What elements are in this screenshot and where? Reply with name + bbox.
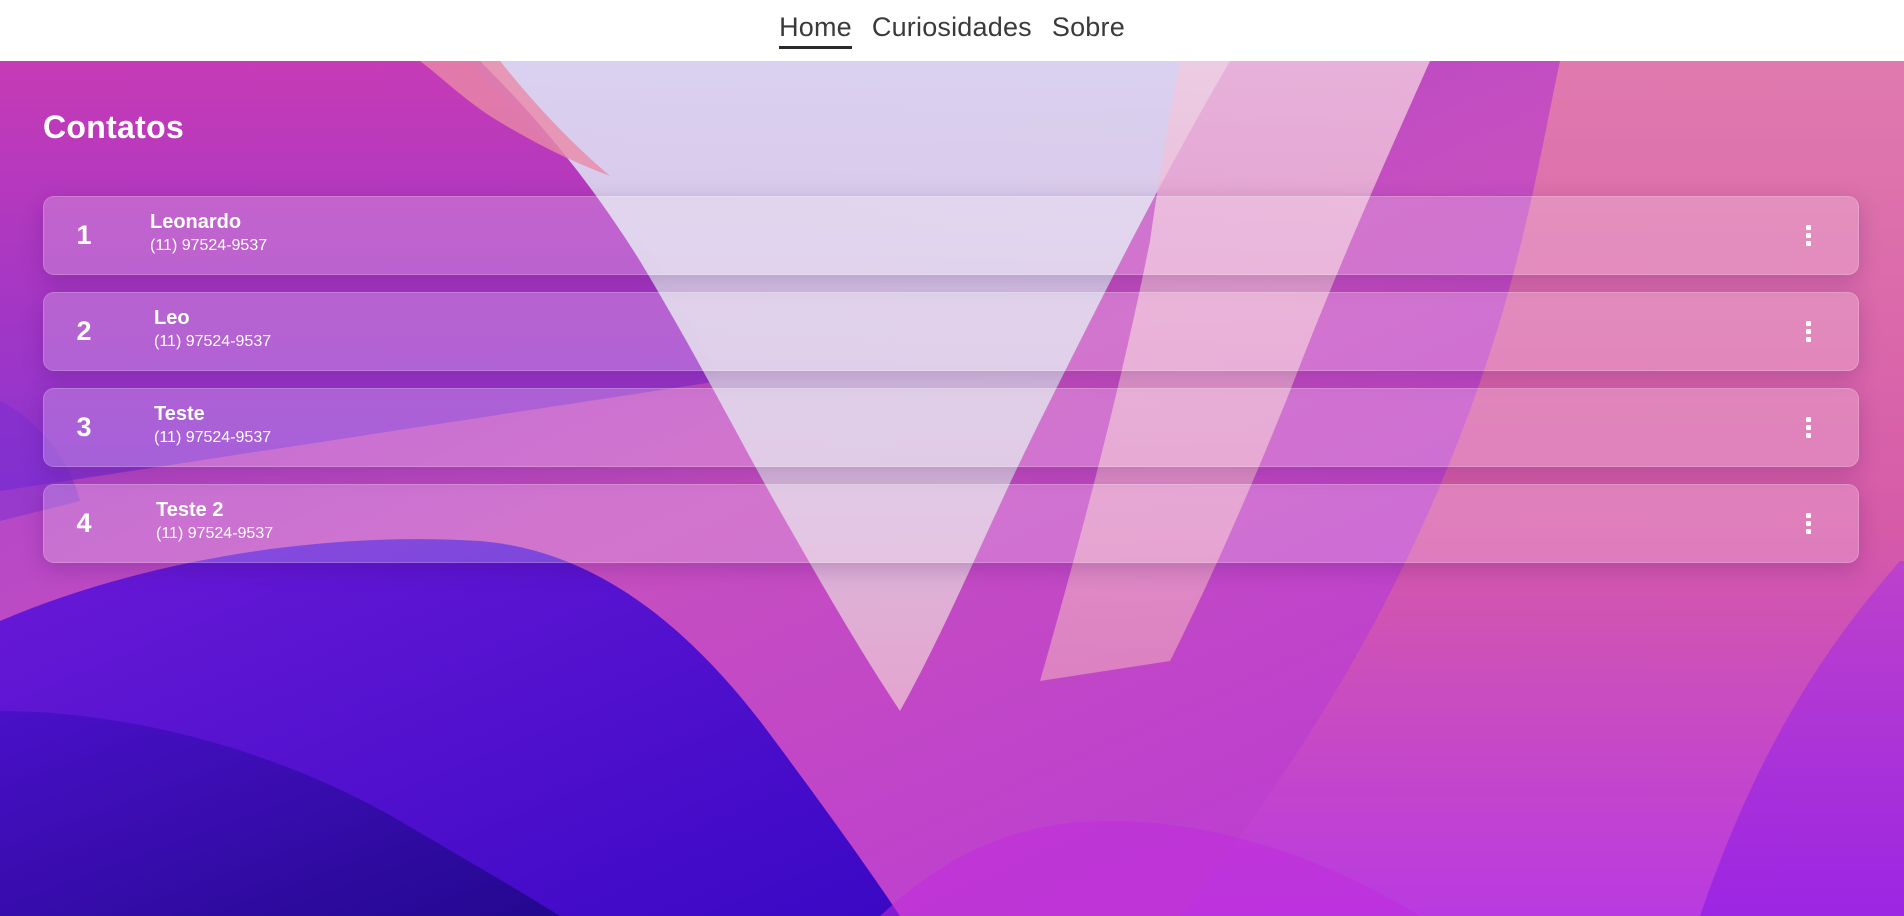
contact-index: 4 [76, 508, 92, 538]
kebab-menu-icon[interactable] [1798, 221, 1818, 251]
contact-index: 2 [76, 316, 92, 346]
contact-name: Teste [154, 402, 205, 425]
contact-name: Teste 2 [156, 498, 224, 521]
nav-link-sobre[interactable]: Sobre [1052, 10, 1125, 46]
contact-phone: (11) 97524-9537 [156, 524, 274, 542]
nav-link-curiosidades[interactable]: Curiosidades [872, 10, 1032, 46]
contact-index: 1 [76, 220, 92, 250]
contact-card[interactable]: 2 Leo (11) 97524-9537 [43, 292, 1859, 371]
kebab-menu-icon[interactable] [1798, 413, 1818, 443]
main-content: Contatos 1 Leonardo (11) 97524-9537 2 Le… [0, 61, 1904, 916]
nav-link-home[interactable]: Home [779, 10, 852, 49]
kebab-menu-icon[interactable] [1798, 317, 1818, 347]
contact-name: Leonardo [150, 210, 242, 233]
contact-phone: (11) 97524-9537 [150, 236, 268, 254]
contact-info: Leonardo (11) 97524-9537 [150, 211, 1858, 256]
contact-phone: (11) 97524-9537 [154, 428, 272, 446]
contact-info: Leo (11) 97524-9537 [154, 307, 1858, 352]
top-navigation-bar: Home Curiosidades Sobre [0, 0, 1904, 61]
contact-card[interactable]: 1 Leonardo (11) 97524-9537 [43, 196, 1859, 275]
contact-info: Teste (11) 97524-9537 [154, 403, 1858, 448]
contact-card[interactable]: 3 Teste (11) 97524-9537 [43, 388, 1859, 467]
contact-name: Leo [154, 306, 190, 329]
kebab-menu-icon[interactable] [1798, 509, 1818, 539]
contact-list: 1 Leonardo (11) 97524-9537 2 Leo (11) 97… [43, 196, 1859, 580]
contact-index: 3 [76, 412, 92, 442]
page-title: Contatos [43, 109, 185, 145]
main-nav: Home Curiosidades Sobre [0, 0, 1904, 61]
contact-phone: (11) 97524-9537 [154, 332, 272, 350]
contact-info: Teste 2 (11) 97524-9537 [156, 499, 1858, 544]
contact-card[interactable]: 4 Teste 2 (11) 97524-9537 [43, 484, 1859, 563]
